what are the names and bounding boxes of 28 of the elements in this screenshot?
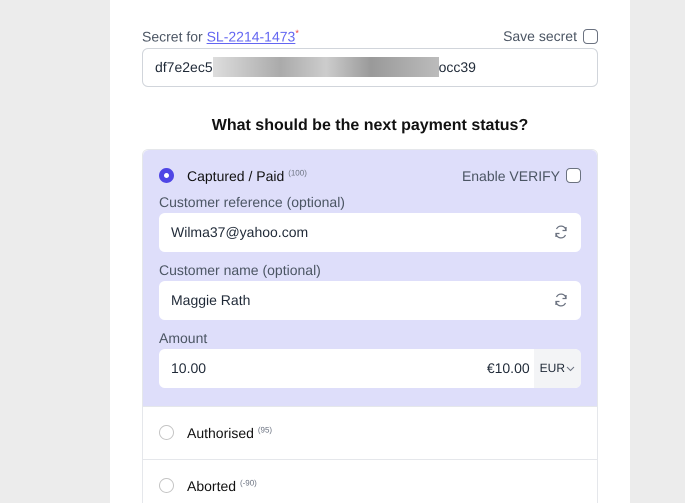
- text-field[interactable]: Wilma37@yahoo.com: [159, 212, 581, 252]
- text-field[interactable]: Maggie Rath: [159, 280, 581, 320]
- radio-button[interactable]: [159, 425, 174, 440]
- save-secret-label: Save secret: [503, 28, 577, 44]
- status-label: Aborted $^{(-90)}$: [187, 478, 257, 494]
- field-label: Amount: [159, 330, 208, 346]
- secret-label: Secret for SL-2214-1473$^{*}$: [142, 28, 299, 45]
- currency-select[interactable]: EUR: [534, 348, 581, 388]
- verify-checkbox[interactable]: [566, 168, 581, 184]
- status-label: Authorised $^{(95)}$: [187, 424, 272, 441]
- formatted-amount: €10.00: [486, 360, 530, 376]
- verify-label: Enable VERIFY: [462, 168, 560, 184]
- radio-button[interactable]: [159, 478, 174, 494]
- status-option[interactable]: Aborted $^{(-90)}$: [143, 460, 597, 503]
- status-option[interactable]: Authorised $^{(95)}$: [143, 406, 597, 460]
- chevron-down-icon: [566, 364, 575, 373]
- refresh-icon[interactable]: [553, 224, 569, 240]
- field-label: Customer name (optional): [159, 262, 322, 278]
- field-label: Customer reference (optional): [159, 194, 346, 210]
- question-heading: What should be the next payment status?: [210, 116, 530, 135]
- status-label: Captured / Paid $^{(100)}$: [187, 168, 307, 184]
- secret-field[interactable]: df7e2ec5 occ39: [142, 48, 598, 87]
- save-secret-checkbox[interactable]: [583, 28, 598, 44]
- order-link[interactable]: SL-2214-1473: [206, 28, 296, 45]
- refresh-icon[interactable]: [553, 292, 569, 308]
- amount-field[interactable]: 10.00 €10.00 EUR: [159, 348, 581, 388]
- status-option[interactable]: Captured / Paid $^{(100)}$ Enable VERIFY Customer reference (optional) Wilma37@yahoo.com Customer name (optional) Maggie Rath Amount 10.00 €10.00 EUR: [143, 150, 597, 407]
- radio-button[interactable]: [159, 168, 174, 184]
